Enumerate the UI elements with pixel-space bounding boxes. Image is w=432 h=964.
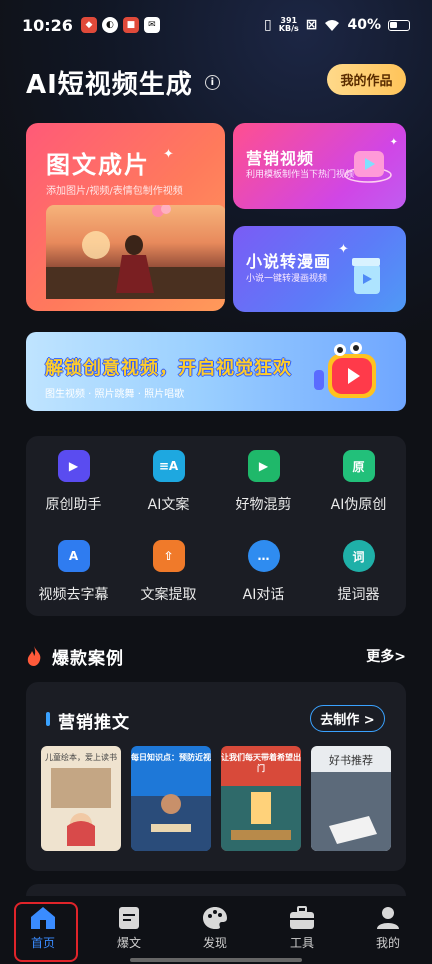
tool-label: 原创助手 <box>45 497 102 513</box>
novel-to-comic-card[interactable]: 小说转漫画 ✦ 小说一键转漫画视频 <box>233 226 406 312</box>
nav-profile[interactable]: 我的 <box>358 906 418 951</box>
status-time: 10:26 <box>22 15 73 35</box>
battery-percent: 40% <box>347 17 381 33</box>
doorway-illustration <box>221 786 301 851</box>
palette-icon <box>203 907 227 929</box>
toolbox-icon <box>290 906 314 929</box>
section-accent-bar <box>46 712 50 726</box>
case-title: 营销推文 <box>58 713 130 733</box>
tool-ai-copywriting[interactable]: ≡A AI文案 <box>121 450 216 514</box>
tool-label: 文案提取 <box>140 587 197 603</box>
girl-sunset-illustration <box>46 204 225 299</box>
wifi-icon <box>325 19 340 31</box>
case-thumbnail-picture-book[interactable]: 儿童绘本，爱上读书 <box>41 746 121 851</box>
video-camera-icon: ▶ <box>57 450 90 482</box>
ai-text-icon: ≡A <box>152 450 185 482</box>
original-doc-icon: 原 <box>342 450 375 482</box>
subtitle-remove-icon: A <box>57 540 90 572</box>
chat-bubble-icon: … <box>247 540 280 572</box>
hot-cases-header: 爆款案例 更多> <box>26 643 406 669</box>
nav-articles[interactable]: 爆文 <box>99 906 159 951</box>
case-thumbnail-myopia[interactable]: 每日知识点：预防近视 <box>131 746 211 851</box>
app-notification-icon: ◆ <box>80 17 97 33</box>
vibrate-icon: ▯ <box>264 17 272 33</box>
nav-label: 爆文 <box>116 936 141 950</box>
tool-label: AI文案 <box>147 497 190 513</box>
section-title: 爆款案例 <box>52 648 124 669</box>
my-works-button[interactable]: 我的作品 <box>327 64 406 95</box>
card-title: 图文成片 <box>46 151 150 179</box>
nav-label: 工具 <box>289 936 314 950</box>
card-description: 利用模板制作当下热门视频 <box>246 170 355 180</box>
video-mascot-illustration <box>314 342 376 398</box>
teleprompter-icon: 词 <box>342 540 375 572</box>
shop-notification-icon: ■ <box>122 17 139 33</box>
sparkle-icon: ✦ <box>389 137 398 148</box>
battery-icon <box>388 19 410 31</box>
tool-label: 视频去字幕 <box>38 587 109 603</box>
tool-text-extract[interactable]: ⇧ 文案提取 <box>121 540 216 604</box>
card-title: 营销视频 <box>246 149 315 168</box>
card-title: 小说转漫画 <box>246 252 332 271</box>
tool-remove-subtitles[interactable]: A 视频去字幕 <box>26 540 121 604</box>
more-link[interactable]: 更多> <box>366 646 406 666</box>
tool-label: 提词器 <box>337 587 380 603</box>
clapperboard-illustration <box>352 258 380 294</box>
profile-icon <box>377 907 399 929</box>
nav-discover[interactable]: 发现 <box>185 906 245 951</box>
play-clip-icon: ▶ <box>247 450 280 482</box>
case-thumbnail-book-recommend[interactable]: 好书推荐 <box>311 746 391 851</box>
go-create-button[interactable]: 去制作 > <box>310 705 385 732</box>
network-speed: 391 KB/s <box>278 16 299 33</box>
tool-label: AI伪原创 <box>330 497 387 513</box>
info-icon[interactable]: i <box>204 75 220 90</box>
status-bar: 10:26 ◆ ◐ ■ ✉ ▯ 391 KB/s ⊠ 40% <box>0 0 432 50</box>
article-icon <box>119 907 139 929</box>
sparkle-icon: ✦ <box>163 147 174 162</box>
tool-original-assistant[interactable]: ▶ 原创助手 <box>26 450 121 514</box>
page-header: AI短视频生成 i <box>26 64 220 101</box>
tool-ai-chat[interactable]: … AI对话 <box>216 540 311 604</box>
sample-photo-thumbnail <box>46 204 225 299</box>
video-player-illustration <box>344 151 392 183</box>
active-tab-highlight <box>14 902 78 962</box>
tool-product-mix-edit[interactable]: ▶ 好物混剪 <box>216 450 311 514</box>
message-notification-icon: ✉ <box>143 17 160 33</box>
page-title: AI短视频生成 <box>26 70 193 100</box>
marketing-video-card[interactable]: 营销视频 利用模板制作当下热门视频 ✦ <box>233 123 406 209</box>
home-indicator <box>130 958 302 962</box>
case-thumbnail-hope[interactable]: 让我们每天带着希望出门 <box>221 746 301 851</box>
extract-upload-icon: ⇧ <box>152 540 185 572</box>
tool-ai-pseudo-original[interactable]: 原 AI伪原创 <box>311 450 406 514</box>
swirl-notification-icon: ◐ <box>101 17 118 33</box>
tool-teleprompter[interactable]: 词 提词器 <box>311 540 406 604</box>
tools-grid: ▶ 原创助手 ≡A AI文案 ▶ 好物混剪 原 AI伪原创 A 视频去字幕 ⇧ … <box>26 436 406 616</box>
nav-tools[interactable]: 工具 <box>272 906 332 951</box>
promo-subtitle: 图生视频 · 照片跳舞 · 照片唱歌 <box>45 389 185 400</box>
marketing-tweet-case-card: 营销推文 去制作 > 儿童绘本，爱上读书 每日知识点：预防近视 让我们每天带着希… <box>26 682 406 871</box>
promo-banner[interactable]: 解锁创意视频，开启视觉狂欢 图生视频 · 照片跳舞 · 照片唱歌 <box>26 332 406 411</box>
tool-label: 好物混剪 <box>235 497 292 513</box>
nav-label: 我的 <box>375 936 400 950</box>
book-illustration <box>311 772 391 851</box>
promo-title: 解锁创意视频，开启视觉狂欢 <box>45 358 292 379</box>
tool-label: AI对话 <box>242 587 285 603</box>
sim-off-icon: ⊠ <box>305 17 318 33</box>
card-description: 添加图片/视频/表情包制作视频 <box>46 186 183 197</box>
flame-icon <box>27 646 41 666</box>
child-reading-illustration <box>51 768 111 846</box>
image-text-video-card[interactable]: 图文成片 ✦ 添加图片/视频/表情包制作视频 <box>26 123 225 311</box>
nav-label: 发现 <box>202 936 227 950</box>
student-desk-illustration <box>131 794 211 851</box>
